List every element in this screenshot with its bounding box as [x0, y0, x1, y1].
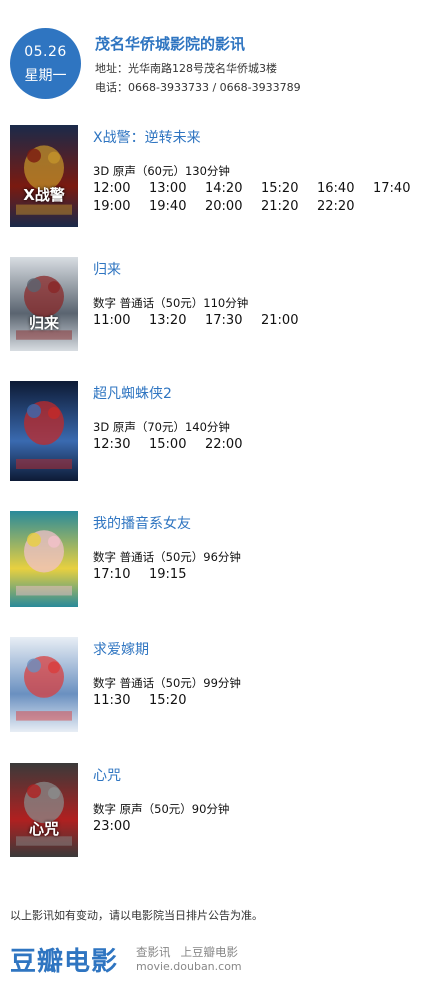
check-showtimes-link[interactable]: 查影讯: [136, 945, 171, 959]
showtime[interactable]: 16:40: [317, 181, 354, 196]
movie-item: X战警 X战警：逆转未来 3D 原声（60元）130分钟 12:00 13:00 14:2…: [10, 125, 430, 227]
movie-format-info: 3D 原声（70元）140分钟: [93, 420, 230, 434]
site-url[interactable]: movie.douban.com: [136, 960, 242, 973]
movie-title[interactable]: 超凡蜘蛛侠2: [93, 383, 172, 403]
logo-links: 查影讯 上豆瓣电影: [136, 944, 248, 960]
movie-poster[interactable]: 心咒: [10, 763, 78, 857]
cinema-name[interactable]: 茂名华侨城影院的影讯: [95, 33, 245, 54]
movie-poster[interactable]: [10, 511, 78, 607]
disclaimer-note: 以上影讯如有变动，请以电影院当日排片公告为准。: [10, 909, 263, 922]
poster-title-art: 心咒: [28, 820, 59, 838]
date-text: 05.26: [24, 44, 67, 60]
showtime[interactable]: 15:20: [261, 181, 298, 196]
showtime[interactable]: 12:30: [93, 437, 130, 452]
showtime[interactable]: 14:20: [205, 181, 242, 196]
showtime[interactable]: 15:20: [149, 693, 186, 708]
weekday-text: 星期一: [24, 68, 67, 84]
movie-item: 超凡蜘蛛侠2 3D 原声（70元）140分钟 12:30 15:00 22:00: [10, 381, 430, 481]
showtimes: 17:10 19:15: [93, 567, 423, 585]
movie-poster[interactable]: [10, 381, 78, 481]
showtime[interactable]: 21:00: [261, 313, 298, 328]
douban-movie-logo[interactable]: 豆瓣电影: [10, 941, 118, 978]
showtime[interactable]: 12:00: [93, 181, 130, 196]
movie-title[interactable]: 心咒: [93, 765, 121, 785]
date-badge: 05.26 星期一: [10, 28, 81, 99]
movie-title[interactable]: X战警：逆转未来: [93, 127, 201, 147]
movie-title[interactable]: 归来: [93, 259, 121, 279]
showtime[interactable]: 15:00: [149, 437, 186, 452]
showtime[interactable]: 23:00: [93, 819, 130, 834]
poster-title-art: X战警: [23, 186, 65, 204]
showtime[interactable]: 11:30: [93, 693, 130, 708]
showtime[interactable]: 22:20: [317, 199, 354, 214]
showtimes: 23:00: [93, 819, 423, 837]
showtime[interactable]: 19:00: [93, 199, 130, 214]
showtime[interactable]: 11:00: [93, 313, 130, 328]
cinema-address: 地址：光华南路128号茂名华侨城3楼: [95, 62, 277, 75]
showtime[interactable]: 17:40: [373, 181, 410, 196]
cinema-header: 05.26 星期一 茂名华侨城影院的影讯 地址：光华南路128号茂名华侨城3楼 …: [10, 28, 430, 104]
showtime[interactable]: 13:00: [149, 181, 186, 196]
showtimes: 11:00 13:20 17:30 21:00: [93, 313, 423, 331]
go-douban-movie-link[interactable]: 上豆瓣电影: [181, 945, 239, 959]
showtime[interactable]: 21:20: [261, 199, 298, 214]
poster-title-art: 归来: [28, 314, 59, 332]
movie-poster[interactable]: 归来: [10, 257, 78, 351]
showtime[interactable]: 19:40: [149, 199, 186, 214]
showtime[interactable]: 17:10: [93, 567, 130, 582]
movie-item: 心咒 心咒 数字 原声（50元）90分钟 23:00: [10, 763, 430, 857]
movie-item: 求爱嫁期数字 普通话（50元）99分钟 11:30 15:20: [10, 637, 430, 732]
movie-format-info: 数字 普通话（50元）99分钟: [93, 676, 241, 690]
movie-poster[interactable]: X战警: [10, 125, 78, 227]
cinema-phone: 电话：0668-3933733 / 0668-3933789: [95, 81, 301, 94]
movie-item: 我的播音系女友数字 普通话（50元）96分钟 17:10 19:15: [10, 511, 430, 607]
movie-format-info: 数字 普通话（50元）110分钟: [93, 296, 249, 310]
movie-title[interactable]: 我的播音系女友: [93, 513, 191, 533]
showtime[interactable]: 20:00: [205, 199, 242, 214]
showtimes: 12:30 15:00 22:00: [93, 437, 423, 455]
movie-format-info: 数字 普通话（50元）96分钟: [93, 550, 241, 564]
showtime[interactable]: 19:15: [149, 567, 186, 582]
movie-poster[interactable]: [10, 637, 78, 732]
showtime[interactable]: 17:30: [205, 313, 242, 328]
showtime[interactable]: 13:20: [149, 313, 186, 328]
showtimes: 12:00 13:00 14:20 15:20 16:40 17:40 19:00 19:40…: [93, 181, 423, 217]
showtimes: 11:30 15:20: [93, 693, 423, 711]
movie-title[interactable]: 求爱嫁期: [93, 639, 149, 659]
movie-format-info: 3D 原声（60元）130分钟: [93, 164, 230, 178]
movie-format-info: 数字 原声（50元）90分钟: [93, 802, 230, 816]
movie-item: 归来 归来 数字 普通话（50元）110分钟 11:00 13:20 17:30 21:00: [10, 257, 430, 351]
showtime[interactable]: 22:00: [205, 437, 242, 452]
